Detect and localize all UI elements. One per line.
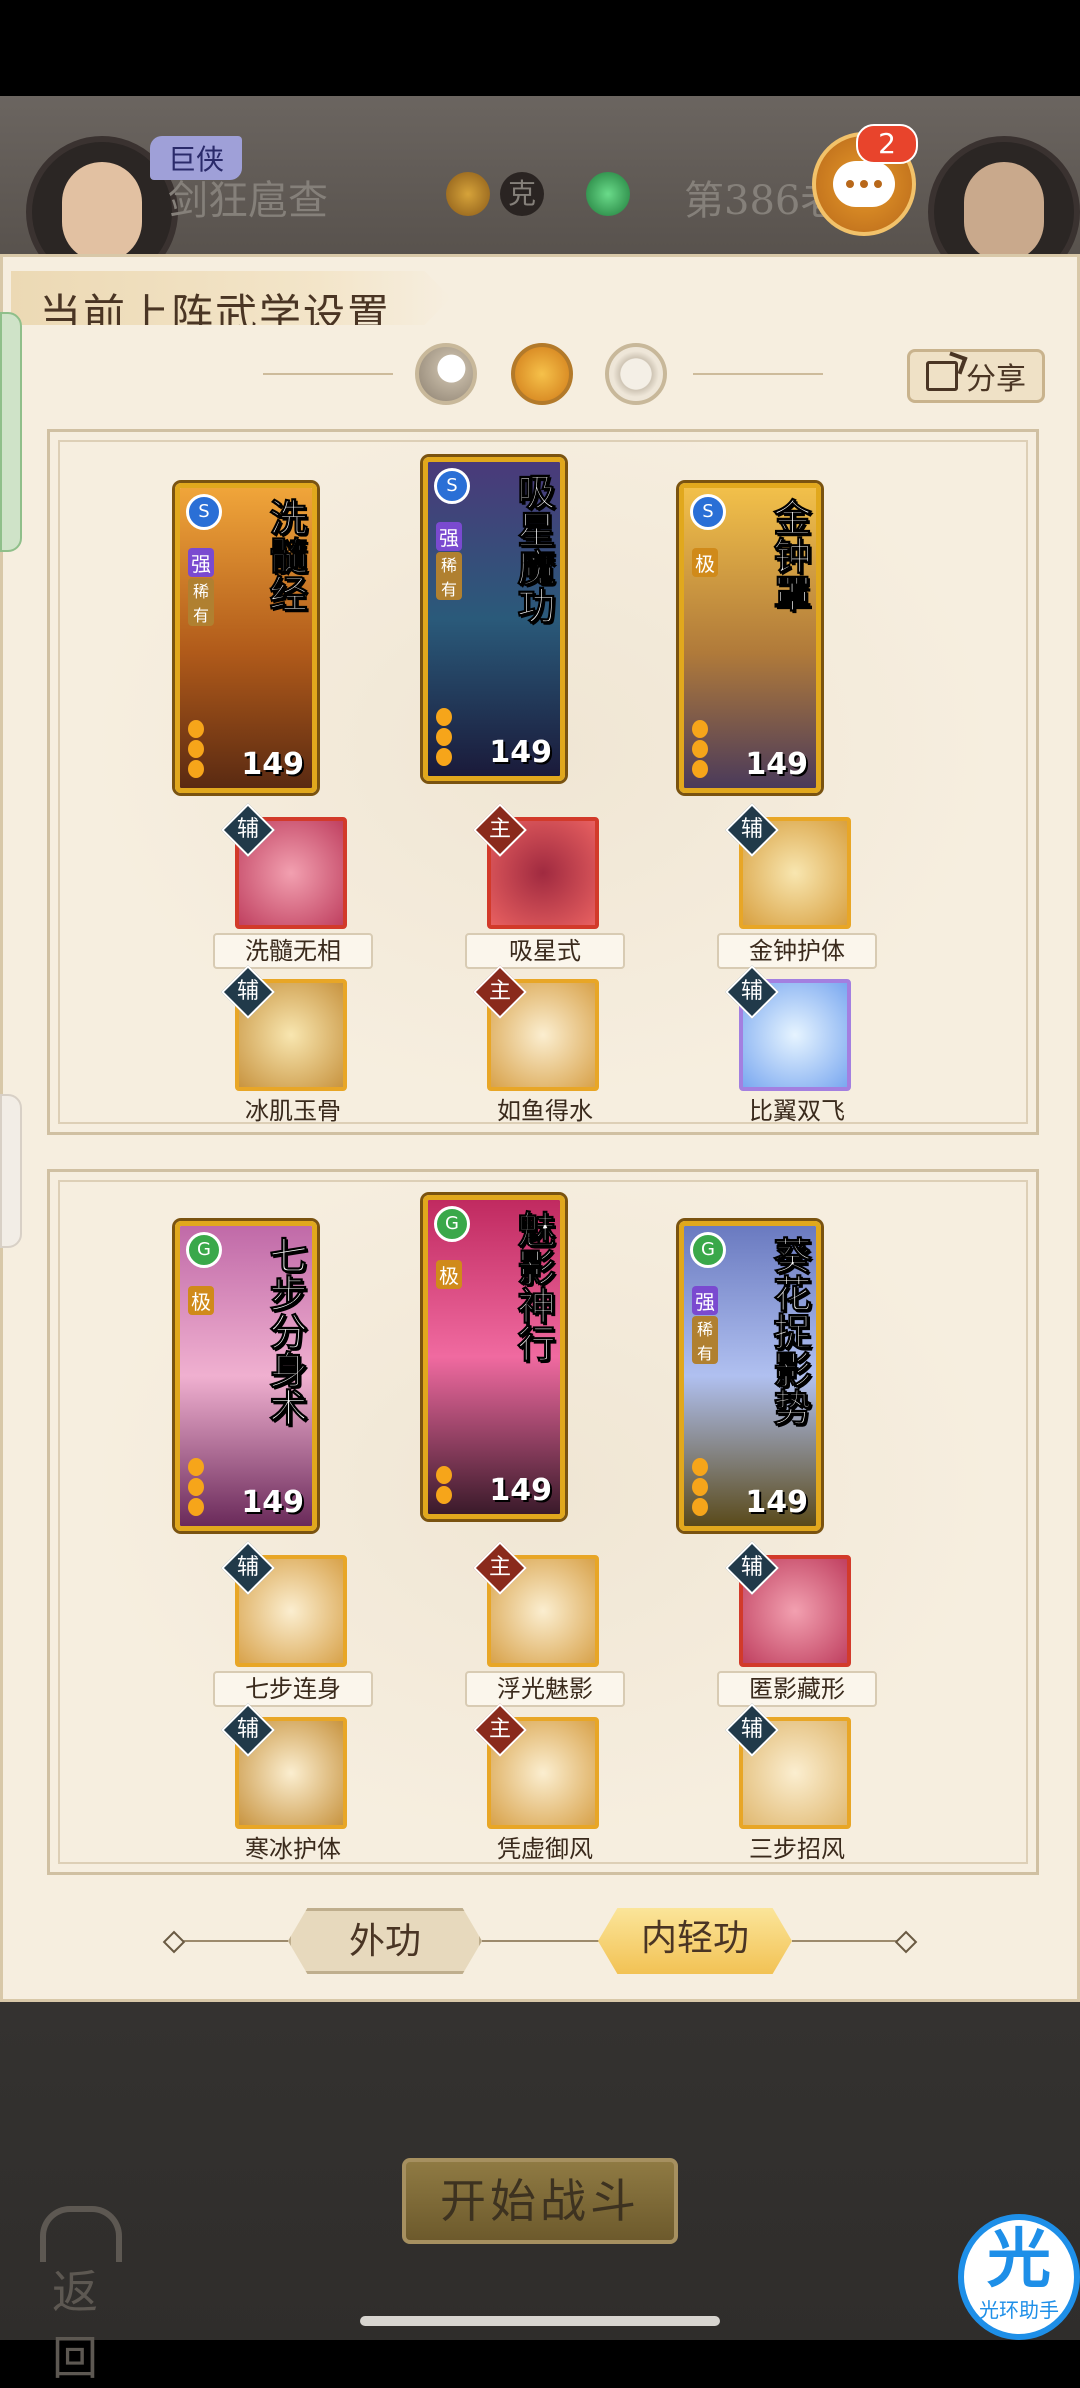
skill-label: 三步招风 — [749, 1835, 845, 1863]
ring-mode-icon[interactable] — [605, 343, 667, 405]
skill-label: 凭虚御风 — [497, 1835, 593, 1863]
modal-title: 当前上阵武学设置 — [39, 290, 392, 339]
water-element-icon: S — [690, 494, 726, 530]
card-name: 金钟罩 — [767, 498, 813, 613]
skill-label: 比翼双飞 — [749, 1097, 845, 1125]
card-name: 七步分身术 — [263, 1236, 309, 1427]
flame-pips — [436, 1466, 452, 1504]
skill-label: 匿影藏形 — [717, 1671, 877, 1707]
flame-pips — [188, 720, 204, 778]
skill-card[interactable]: G 强 稀有 葵花捉影势 149 — [679, 1221, 821, 1531]
skill-label: 七步连身 — [213, 1671, 373, 1707]
start-battle-button[interactable]: 开始战斗 — [402, 2158, 678, 2244]
side-edge-tab[interactable] — [0, 1094, 22, 1248]
skill-label: 如鱼得水 — [497, 1097, 593, 1125]
back-button[interactable]: 返回 — [30, 2206, 140, 2385]
water-element-icon: S — [434, 468, 470, 504]
rarity-badge: 稀有 — [692, 1316, 718, 1364]
tier-badge: 强 — [436, 522, 462, 551]
share-label: 分享 — [966, 362, 1026, 397]
tab-internal-light-skill[interactable]: 内轻功 — [598, 1908, 792, 1974]
counter-badge: 克 — [500, 172, 544, 216]
skill-card[interactable]: G 极 魅影神行 149 — [423, 1195, 565, 1519]
back-arrow-icon — [40, 2206, 122, 2262]
chat-unread-badge: 2 — [856, 124, 918, 164]
flame-pips — [692, 1458, 708, 1516]
title-ribbon: 当前上阵武学设置 — [11, 271, 451, 325]
tier-badge: 强 — [692, 1286, 718, 1315]
tier-badge: 强 — [188, 548, 214, 577]
skill-card[interactable]: S 极 金钟罩 149 — [679, 483, 821, 793]
card-level: 149 — [489, 735, 552, 770]
helper-label: 光环助手 — [979, 2298, 1059, 2322]
skill-card[interactable]: S 强 稀有 洗髓经 149 — [175, 483, 317, 793]
skill-label: 吸星式 — [465, 933, 625, 969]
divider — [693, 373, 823, 375]
card-level: 149 — [241, 1485, 304, 1520]
divider — [176, 1940, 288, 1942]
tier-badge: 极 — [692, 548, 718, 577]
helper-assistant-button[interactable]: 光 光环助手 — [958, 2214, 1080, 2340]
helper-logo-icon: 光 — [987, 2222, 1051, 2297]
flame-pips — [436, 708, 452, 766]
divider — [482, 1940, 600, 1942]
skill-label: 冰肌玉骨 — [245, 1097, 341, 1125]
chat-icon — [833, 161, 895, 207]
card-name: 吸星魔功 — [511, 472, 557, 625]
card-name: 魅影神行 — [511, 1210, 557, 1363]
back-label: 返回 — [52, 2265, 98, 2385]
skill-label: 寒冰护体 — [245, 1835, 341, 1863]
card-level: 149 — [241, 747, 304, 782]
rarity-badge: 稀有 — [436, 552, 462, 600]
sun-emblem-icon — [446, 172, 490, 216]
wind-element-icon: G — [690, 1232, 726, 1268]
flame-pips — [188, 1458, 204, 1516]
moon-emblem-icon — [586, 172, 630, 216]
card-name: 洗髓经 — [263, 498, 309, 613]
tier-badge: 极 — [436, 1260, 462, 1289]
home-indicator[interactable] — [360, 2316, 720, 2326]
card-level: 149 — [489, 1473, 552, 1508]
skill-label: 洗髓无相 — [213, 933, 373, 969]
card-level: 149 — [745, 1485, 808, 1520]
skill-card[interactable]: S 强 稀有 吸星魔功 149 — [423, 457, 565, 781]
divider — [792, 1940, 904, 1942]
wind-element-icon: G — [434, 1206, 470, 1242]
rarity-badge: 稀有 — [188, 578, 214, 626]
share-icon — [926, 361, 958, 391]
divider — [263, 373, 393, 375]
card-name: 葵花捉影势 — [767, 1236, 813, 1427]
skill-label: 金钟护体 — [717, 933, 877, 969]
player-name: 剑狂扈查 — [168, 178, 328, 224]
card-level: 149 — [745, 747, 808, 782]
skill-card[interactable]: G 极 七步分身术 149 — [175, 1221, 317, 1531]
flame-pips — [692, 720, 708, 778]
side-edge-tab[interactable] — [0, 312, 22, 552]
tab-external-skill[interactable]: 外功 — [288, 1908, 482, 1974]
skill-label: 浮光魅影 — [465, 1671, 625, 1707]
moon-mode-icon[interactable] — [415, 343, 477, 405]
sun-mode-icon[interactable] — [511, 343, 573, 405]
share-button[interactable]: 分享 — [907, 349, 1045, 403]
wind-element-icon: G — [186, 1232, 222, 1268]
water-element-icon: S — [186, 494, 222, 530]
martial-arts-settings-modal: 当前上阵武学设置 分享 S 强 稀有 洗髓经 149 S 强 稀有 吸星魔功 1… — [0, 254, 1080, 2002]
tier-badge: 极 — [188, 1286, 214, 1315]
